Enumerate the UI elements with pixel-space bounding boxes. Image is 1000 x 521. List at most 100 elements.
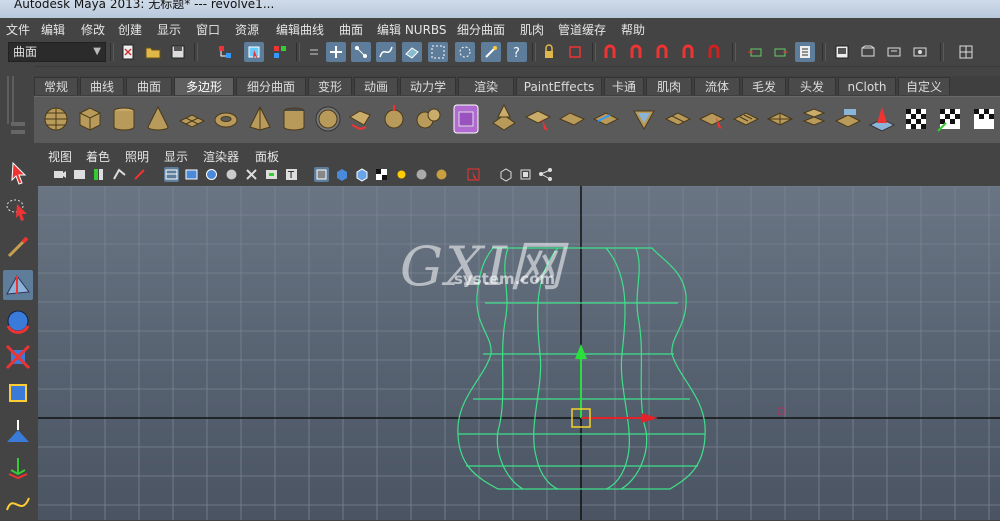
image-plane-icon[interactable]: [112, 167, 127, 182]
poly-plane-icon[interactable]: [178, 103, 206, 135]
construction-history-icon[interactable]: [795, 42, 815, 62]
menu-file[interactable]: 文件: [6, 21, 30, 38]
snap-to-view-plane-icon[interactable]: [678, 42, 698, 62]
select-by-handles-icon[interactable]: [326, 42, 346, 62]
open-scene-icon[interactable]: [143, 42, 163, 62]
highlight-selection-icon[interactable]: [565, 42, 585, 62]
camera-attributes-icon[interactable]: [72, 167, 87, 182]
poly-torus-icon[interactable]: [212, 103, 240, 135]
panel-menu-view[interactable]: 视图: [48, 148, 72, 165]
select-by-deformations-icon[interactable]: [428, 42, 448, 62]
shelf-tab-curves[interactable]: 曲线: [80, 77, 124, 95]
input-connections-icon[interactable]: [746, 42, 766, 62]
menu-surfaces[interactable]: 曲面: [339, 21, 363, 38]
move-manipulator-y-arrow[interactable]: [575, 344, 587, 359]
panel-menu-renderer[interactable]: 渲染器: [203, 148, 239, 165]
all-lights-icon[interactable]: [414, 167, 429, 182]
pivot-marker[interactable]: [777, 407, 785, 415]
poly-cube-icon[interactable]: [76, 103, 104, 135]
poly-sphere-icon[interactable]: [42, 103, 70, 135]
menu-set-dropdown[interactable]: 曲面 ▼: [8, 42, 106, 62]
shelf-tab-hair[interactable]: 头发: [788, 77, 836, 95]
grid-toggle-icon[interactable]: [314, 167, 329, 182]
lasso-tool-icon[interactable]: [3, 194, 33, 224]
shelf-tab-deformation[interactable]: 变形: [308, 77, 352, 95]
poly-cone-icon[interactable]: [144, 103, 172, 135]
panel-menu-lighting[interactable]: 照明: [125, 148, 149, 165]
menu-pipeline-cache[interactable]: 管道缓存: [558, 21, 606, 38]
menu-edit-curves[interactable]: 编辑曲线: [276, 21, 324, 38]
panel-menu-show[interactable]: 显示: [164, 148, 188, 165]
shelf-tab-fur[interactable]: 毛发: [742, 77, 786, 95]
2d-pan-zoom-icon[interactable]: [132, 167, 147, 182]
xray-component-icon[interactable]: [498, 167, 513, 182]
perspective-viewport[interactable]: GXI网 system.com: [38, 186, 1000, 520]
render-current-frame-icon[interactable]: [858, 42, 878, 62]
menu-edit-nurbs[interactable]: 编辑 NURBS: [377, 21, 447, 38]
high-quality-icon[interactable]: [434, 167, 449, 182]
smooth-icon[interactable]: [452, 103, 480, 135]
shadows-icon[interactable]: [264, 167, 279, 182]
default-light-icon[interactable]: [394, 167, 409, 182]
smooth-shade-icon[interactable]: [184, 167, 199, 182]
wireframe-icon[interactable]: [164, 167, 179, 182]
bookmarks-icon[interactable]: [92, 167, 107, 182]
cylindrical-mapping-icon[interactable]: [970, 103, 998, 135]
combine-icon[interactable]: [380, 103, 408, 135]
insert-edge-loop-icon[interactable]: [664, 103, 692, 135]
move-manipulator-x-arrow[interactable]: [641, 413, 658, 423]
menu-help[interactable]: 帮助: [621, 21, 645, 38]
ipr-render-icon[interactable]: [884, 42, 904, 62]
select-hierarchy-icon[interactable]: [215, 42, 235, 62]
shelf-tab-fluids[interactable]: 流体: [694, 77, 740, 95]
move-tool-icon[interactable]: [3, 270, 33, 300]
offset-edge-loop-icon[interactable]: [732, 103, 760, 135]
panel-menu-shading[interactable]: 着色: [86, 148, 110, 165]
make-live-icon[interactable]: [704, 42, 724, 62]
poly-soccer-ball-icon[interactable]: [314, 103, 342, 135]
sculpt-geometry-icon[interactable]: [868, 103, 896, 135]
uv-checker-icon[interactable]: [902, 103, 930, 135]
shelf-tab-toon[interactable]: 卡通: [604, 77, 644, 95]
poly-cylinder-icon[interactable]: [110, 103, 138, 135]
select-by-joints-icon[interactable]: [351, 42, 371, 62]
select-by-curves-icon[interactable]: [376, 42, 396, 62]
textured-icon[interactable]: [224, 167, 239, 182]
planar-mapping-icon[interactable]: [936, 103, 964, 135]
render-settings-icon[interactable]: [910, 42, 930, 62]
xray-joints-icon[interactable]: [354, 167, 369, 182]
menu-modify[interactable]: 修改: [81, 21, 105, 38]
menu-muscle[interactable]: 肌肉: [520, 21, 544, 38]
isolate-select-icon[interactable]: [466, 167, 481, 182]
show-manipulator-icon[interactable]: [3, 452, 33, 482]
panel-menu-panels[interactable]: 面板: [255, 148, 279, 165]
render-view-icon[interactable]: [832, 42, 852, 62]
select-by-dynamics-icon[interactable]: [455, 42, 475, 62]
shelf-tab-surfaces[interactable]: 曲面: [126, 77, 172, 95]
shaded-cube-icon[interactable]: [518, 167, 533, 182]
shelf-tab-subdivs[interactable]: 细分曲面: [236, 77, 306, 95]
select-by-surfaces-icon[interactable]: [402, 42, 422, 62]
select-by-misc-icon[interactable]: ?: [507, 42, 527, 62]
wedge-icon[interactable]: [630, 103, 658, 135]
shelf-tab-rendering[interactable]: 渲染: [458, 77, 514, 95]
snap-to-curve-icon[interactable]: [626, 42, 646, 62]
shelf-tab-custom[interactable]: 自定义: [898, 77, 950, 95]
shelf-tab-general[interactable]: 常规: [34, 77, 78, 95]
new-scene-icon[interactable]: [118, 42, 138, 62]
soft-modification-tool-icon[interactable]: [3, 416, 33, 446]
output-connections-icon[interactable]: [770, 42, 790, 62]
separate-icon[interactable]: [414, 103, 442, 135]
poke-face-icon[interactable]: [766, 103, 794, 135]
merge-vertices-icon[interactable]: [800, 103, 828, 135]
extract-icon[interactable]: [834, 103, 862, 135]
poly-pipe-icon[interactable]: [280, 103, 308, 135]
scale-tool-icon[interactable]: [3, 342, 33, 372]
menu-display[interactable]: 显示: [157, 21, 181, 38]
menu-window[interactable]: 窗口: [196, 21, 220, 38]
snap-to-grid-icon[interactable]: [600, 42, 620, 62]
shelf-tab-animation[interactable]: 动画: [354, 77, 398, 95]
use-all-lights-icon[interactable]: [244, 167, 259, 182]
save-scene-icon[interactable]: [168, 42, 188, 62]
shelf-tab-dynamics[interactable]: 动力学: [400, 77, 456, 95]
